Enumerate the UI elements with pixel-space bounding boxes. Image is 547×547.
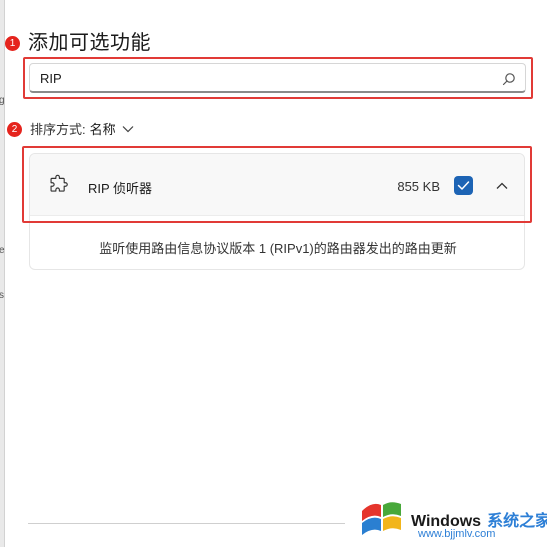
watermark: Windows 系统之家 www.bjjmlv.com [358, 494, 547, 547]
chevron-down-icon[interactable] [122, 125, 134, 133]
background-char: s [0, 290, 4, 301]
step-marker-1: 1 [5, 36, 20, 51]
background-window-edge: g e s [0, 0, 5, 547]
divider [28, 523, 345, 524]
feature-description: 监听使用路由信息协议版本 1 (RIPv1)的路由器发出的路由更新 [99, 241, 457, 256]
sort-label: 排序方式: [30, 122, 86, 137]
watermark-cn: 系统之家 [487, 513, 547, 530]
sort-dropdown[interactable]: 排序方式: 名称 [30, 119, 134, 138]
search-highlight-box [23, 57, 533, 99]
watermark-url: www.bjjmlv.com [418, 528, 496, 540]
background-char: e [0, 245, 5, 256]
step-marker-2: 2 [7, 122, 22, 137]
sort-value[interactable]: 名称 [90, 119, 116, 138]
dialog-title: 添加可选功能 [28, 32, 151, 54]
feature-highlight-box [22, 146, 532, 223]
background-char: g [0, 95, 5, 106]
windows-logo-icon [362, 502, 401, 535]
